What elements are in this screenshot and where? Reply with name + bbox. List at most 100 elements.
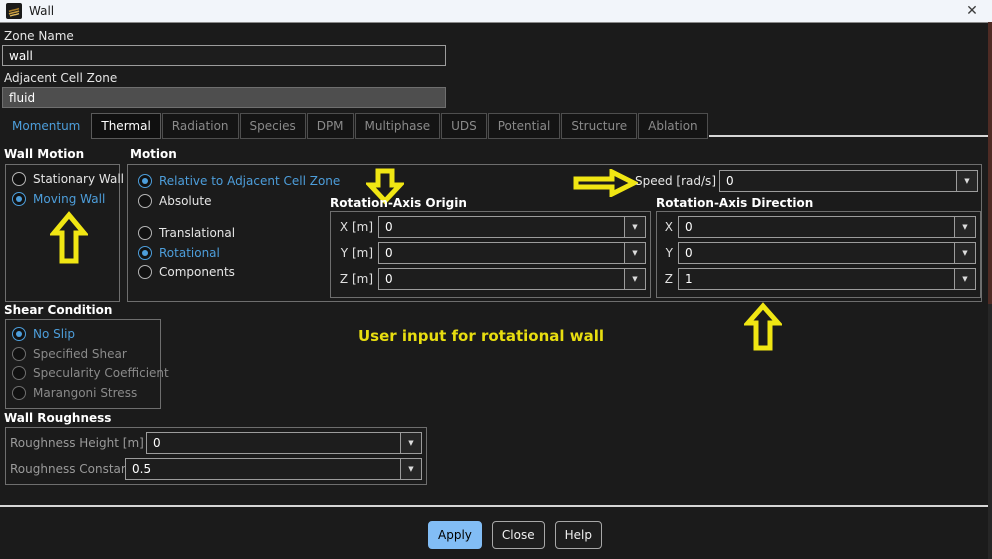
radio-label: Moving Wall xyxy=(33,192,105,206)
origin-x-row: X [m] 0 ▼ xyxy=(335,216,646,238)
help-button[interactable]: Help xyxy=(555,521,602,549)
tab-potential: Potential xyxy=(488,113,561,139)
window-title: Wall xyxy=(29,4,54,18)
radio-icon xyxy=(12,192,26,206)
chevron-down-icon[interactable]: ▼ xyxy=(400,433,421,453)
direction-z-row: Z 1 ▼ xyxy=(661,268,976,290)
adjacent-cell-zone-label: Adjacent Cell Zone xyxy=(4,71,117,85)
origin-x-value[interactable]: 0 xyxy=(379,217,624,237)
roughness-constant-value[interactable]: 0.5 xyxy=(126,459,400,479)
radio-components[interactable]: Components xyxy=(138,264,235,280)
zone-name-value: wall xyxy=(9,49,33,63)
roughness-height-value[interactable]: 0 xyxy=(147,433,400,453)
origin-z-value[interactable]: 0 xyxy=(379,269,624,289)
radio-icon xyxy=(12,386,26,400)
chevron-down-icon[interactable]: ▼ xyxy=(624,269,645,289)
tab-uds: UDS xyxy=(441,113,487,139)
roughness-height-input[interactable]: 0 ▼ xyxy=(146,432,422,454)
radio-translational[interactable]: Translational xyxy=(138,225,235,241)
title-bar: Wall ✕ xyxy=(0,0,992,23)
radio-label: Stationary Wall xyxy=(33,172,124,186)
radio-label: Rotational xyxy=(159,246,220,260)
background-app-sliver-top xyxy=(988,22,992,304)
chevron-down-icon[interactable]: ▼ xyxy=(624,217,645,237)
origin-z-input[interactable]: 0 ▼ xyxy=(378,268,646,290)
zone-name-label: Zone Name xyxy=(4,29,74,43)
tab-multiphase: Multiphase xyxy=(355,113,441,139)
origin-x-label: X [m] xyxy=(335,220,378,234)
radio-icon xyxy=(12,327,26,341)
annotation-text: User input for rotational wall xyxy=(358,327,604,345)
tab-momentum[interactable]: Momentum xyxy=(2,113,90,139)
tab-structure: Structure xyxy=(561,113,637,139)
radio-icon xyxy=(138,194,152,208)
motion-title: Motion xyxy=(130,147,177,161)
bottom-separator xyxy=(0,505,988,507)
origin-x-input[interactable]: 0 ▼ xyxy=(378,216,646,238)
radio-label: Absolute xyxy=(159,194,211,208)
wall-motion-title: Wall Motion xyxy=(4,147,84,161)
direction-y-input[interactable]: 0 ▼ xyxy=(678,242,976,264)
apply-button[interactable]: Apply xyxy=(428,521,482,549)
tab-ablation: Ablation xyxy=(638,113,708,139)
tab-bar: Momentum Thermal Radiation Species DPM M… xyxy=(2,113,988,139)
direction-y-row: Y 0 ▼ xyxy=(661,242,976,264)
close-button[interactable]: Close xyxy=(492,521,545,549)
close-icon[interactable]: ✕ xyxy=(962,3,982,19)
fluent-app-icon xyxy=(6,3,22,19)
tab-base-line xyxy=(709,113,988,137)
speed-value[interactable]: 0 xyxy=(720,171,956,191)
origin-y-value[interactable]: 0 xyxy=(379,243,624,263)
direction-x-row: X 0 ▼ xyxy=(661,216,976,238)
zone-name-input[interactable]: wall xyxy=(2,45,446,66)
shear-condition-title: Shear Condition xyxy=(4,303,112,317)
roughness-constant-input[interactable]: 0.5 ▼ xyxy=(125,458,422,480)
chevron-down-icon[interactable]: ▼ xyxy=(954,243,975,263)
radio-label: Marangoni Stress xyxy=(33,386,137,400)
chevron-down-icon[interactable]: ▼ xyxy=(954,217,975,237)
radio-label: Translational xyxy=(159,226,235,240)
direction-z-value[interactable]: 1 xyxy=(679,269,954,289)
rotation-axis-origin-group: X [m] 0 ▼ Y [m] 0 ▼ Z [m] 0 ▼ xyxy=(330,211,651,298)
radio-icon xyxy=(12,366,26,380)
direction-y-label: Y xyxy=(661,246,678,260)
rotation-axis-direction-title: Rotation-Axis Direction xyxy=(656,196,813,210)
wall-roughness-group: Roughness Height [m] 0 ▼ Roughness Const… xyxy=(5,427,427,485)
origin-y-row: Y [m] 0 ▼ xyxy=(335,242,646,264)
origin-y-input[interactable]: 0 ▼ xyxy=(378,242,646,264)
direction-x-label: X xyxy=(661,220,678,234)
chevron-down-icon[interactable]: ▼ xyxy=(954,269,975,289)
radio-no-slip[interactable]: No Slip xyxy=(12,326,75,342)
wall-roughness-title: Wall Roughness xyxy=(4,411,111,425)
direction-x-value[interactable]: 0 xyxy=(679,217,954,237)
rotation-axis-origin-title: Rotation-Axis Origin xyxy=(330,196,467,210)
speed-label: Speed [rad/s] xyxy=(590,174,716,188)
radio-label: Components xyxy=(159,265,235,279)
origin-z-label: Z [m] xyxy=(335,272,378,286)
speed-input[interactable]: 0 ▼ xyxy=(719,170,978,192)
radio-specularity-coefficient: Specularity Coefficient xyxy=(12,365,169,381)
radio-stationary-wall[interactable]: Stationary Wall xyxy=(12,171,124,187)
dialog-buttons: Apply Close Help xyxy=(428,521,602,549)
tab-radiation: Radiation xyxy=(162,113,239,139)
direction-x-input[interactable]: 0 ▼ xyxy=(678,216,976,238)
roughness-constant-row: Roughness Constant 0.5 ▼ xyxy=(10,458,422,480)
origin-z-row: Z [m] 0 ▼ xyxy=(335,268,646,290)
radio-icon xyxy=(138,265,152,279)
chevron-down-icon[interactable]: ▼ xyxy=(400,459,421,479)
adjacent-cell-zone-value: fluid xyxy=(9,91,35,105)
radio-rotational[interactable]: Rotational xyxy=(138,245,220,261)
radio-icon xyxy=(12,172,26,186)
chevron-down-icon[interactable]: ▼ xyxy=(624,243,645,263)
background-app-sliver-bottom xyxy=(988,304,992,559)
radio-moving-wall[interactable]: Moving Wall xyxy=(12,191,105,207)
direction-z-input[interactable]: 1 ▼ xyxy=(678,268,976,290)
chevron-down-icon[interactable]: ▼ xyxy=(956,171,977,191)
radio-icon xyxy=(12,347,26,361)
direction-y-value[interactable]: 0 xyxy=(679,243,954,263)
radio-label: Specified Shear xyxy=(33,347,127,361)
radio-relative-to-adjacent-cell-zone[interactable]: Relative to Adjacent Cell Zone xyxy=(138,173,340,189)
radio-absolute[interactable]: Absolute xyxy=(138,193,211,209)
tab-thermal[interactable]: Thermal xyxy=(91,113,160,139)
roughness-height-label: Roughness Height [m] xyxy=(10,436,146,450)
